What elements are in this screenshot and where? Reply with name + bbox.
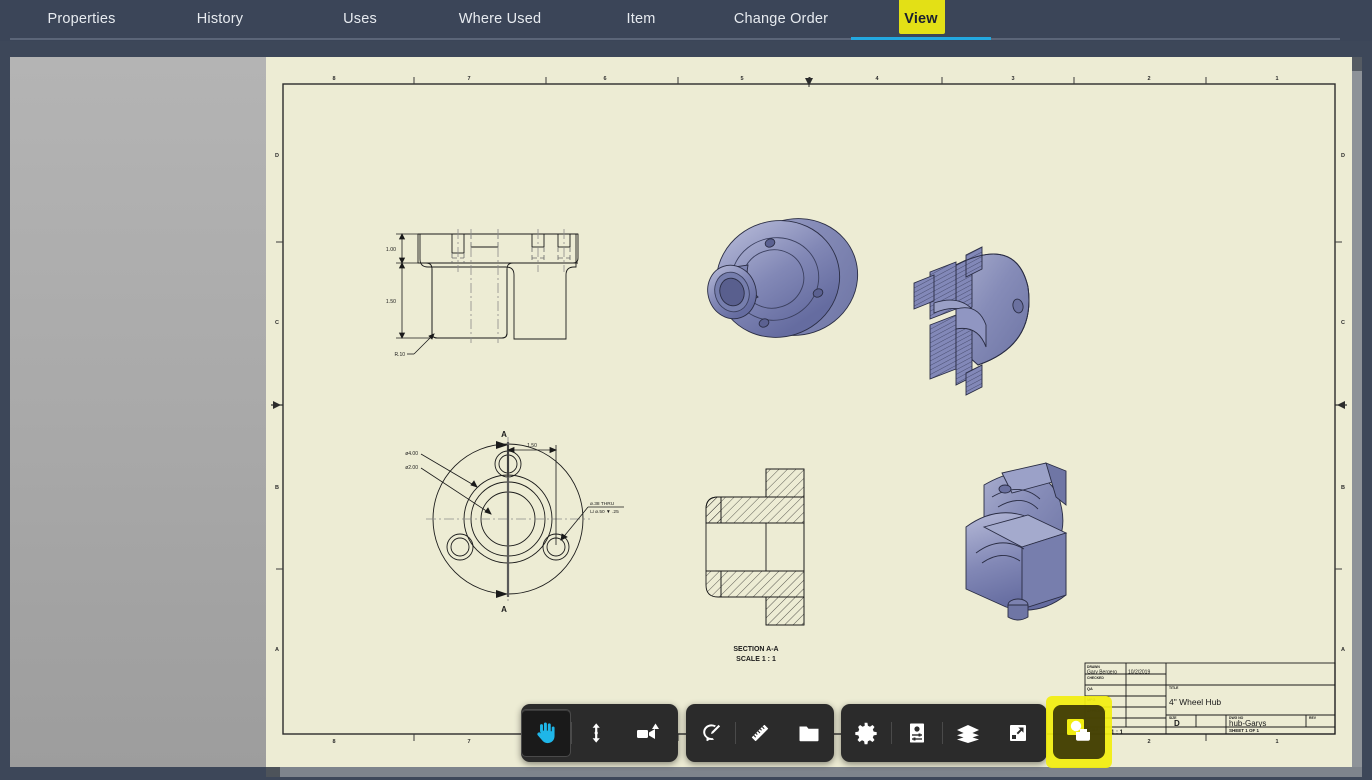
svg-text:2: 2 [1147, 76, 1150, 82]
measure-button[interactable] [736, 709, 785, 757]
tab-label: Change Order [734, 11, 828, 27]
markup-toolbar-group [686, 704, 834, 762]
markup-button[interactable] [686, 709, 735, 757]
tb-rev-label: REV [1309, 716, 1317, 720]
viewport-horizontal-scrollbar[interactable] [266, 767, 1362, 777]
tab-label: View [904, 11, 938, 27]
thumbnail-panel[interactable] [10, 57, 266, 767]
svg-text:C: C [275, 320, 279, 326]
svg-text:D: D [1341, 153, 1345, 159]
tab-label: Uses [343, 11, 377, 27]
section-letter-top: A [501, 430, 507, 439]
dim-inner-diameter: ø2.00 [405, 465, 418, 471]
tb-sheet-value: SHEET 1 OF 1 [1229, 728, 1260, 733]
tb-drawn-label: DRAWN [1087, 665, 1100, 669]
svg-text:8: 8 [332, 739, 335, 745]
svg-text:8: 8 [332, 76, 335, 82]
drawing-sheet: 8 7 6 5 4 3 2 1 8 7 6 5 4 3 2 1 [266, 57, 1352, 767]
layers-button[interactable] [943, 709, 993, 757]
svg-text:5: 5 [740, 76, 743, 82]
print-button-wrapper [1046, 696, 1112, 768]
tb-size-value: D [1174, 719, 1180, 728]
files-button[interactable] [785, 709, 834, 757]
tab-view[interactable]: View [861, 0, 981, 38]
tab-label: Item [627, 11, 656, 27]
section-view-label: SECTION A-A [733, 646, 778, 653]
drawing-viewport[interactable]: 8 7 6 5 4 3 2 1 8 7 6 5 4 3 2 1 [266, 57, 1362, 767]
tab-change-order[interactable]: Change Order [721, 0, 841, 38]
display-settings-icon [906, 721, 928, 745]
svg-text:C: C [1341, 320, 1345, 326]
section-letter-bottom: A [501, 605, 507, 614]
tab-underline [10, 38, 1340, 40]
settings-toolbar-group [841, 704, 1047, 762]
svg-text:3: 3 [1011, 76, 1014, 82]
tab-where-used[interactable]: Where Used [440, 0, 560, 38]
svg-text:D: D [275, 153, 279, 159]
tab-item[interactable]: Item [581, 0, 701, 38]
display-settings-button[interactable] [892, 709, 942, 757]
tab-history[interactable]: History [160, 0, 280, 38]
dim-height-top: 1.00 [386, 247, 396, 253]
tb-title-label: TITLE [1169, 686, 1179, 690]
dim-fillet-radius: R.10 [394, 352, 405, 358]
hole-callout-line1: ø.38 THRU [590, 501, 615, 507]
viewport-vertical-scrollbar-thumb[interactable] [1352, 57, 1362, 71]
tb-drawn-date: 10/2/2019 [1128, 670, 1150, 676]
tb-qa-label: QA [1087, 687, 1093, 691]
fullscreen-icon [1006, 721, 1030, 745]
navigation-toolbar-group [521, 704, 678, 762]
svg-text:1: 1 [1275, 739, 1278, 745]
fullscreen-button[interactable] [993, 709, 1043, 757]
pan-hand-icon [533, 720, 559, 746]
dim-outer-diameter: ø4.00 [405, 451, 418, 457]
pan-tool-button[interactable] [521, 709, 571, 757]
markup-pencil-icon [699, 721, 723, 745]
svg-text:1: 1 [1275, 76, 1278, 82]
tab-list: Properties History Uses Where Used Item … [0, 0, 1372, 38]
content-area: 8 7 6 5 4 3 2 1 8 7 6 5 4 3 2 1 [0, 41, 1372, 780]
layers-icon [955, 722, 981, 744]
svg-text:B: B [1341, 485, 1345, 491]
dim-height-bottom: 1.50 [386, 299, 396, 305]
tab-label: History [197, 11, 244, 27]
settings-button[interactable] [841, 709, 891, 757]
svg-text:2: 2 [1147, 739, 1150, 745]
tab-label: Properties [47, 11, 115, 27]
zoom-tool-button[interactable] [572, 709, 622, 757]
print-screenshot-button[interactable] [1053, 705, 1105, 759]
camera-view-icon [634, 721, 660, 745]
ruler-measure-icon [748, 721, 772, 745]
svg-text:A: A [1341, 647, 1345, 653]
print-screenshot-icon [1064, 716, 1094, 749]
tab-label: Where Used [459, 11, 542, 27]
top-tab-bar: Properties History Uses Where Used Item … [0, 0, 1372, 41]
svg-text:7: 7 [467, 739, 470, 745]
svg-text:6: 6 [603, 76, 606, 82]
tb-scale-value: 1 : 1 [1111, 730, 1124, 736]
folder-icon [797, 722, 821, 744]
tab-active-indicator [851, 37, 991, 40]
tb-checked-label: CHECKED [1087, 676, 1104, 680]
tb-title-value: 4" Wheel Hub [1169, 697, 1221, 707]
viewport-horizontal-scrollbar-thumb[interactable] [266, 767, 280, 777]
hole-callout-line2: ⊔ ø.50 ▼ .25 [590, 509, 619, 515]
tab-uses[interactable]: Uses [300, 0, 420, 38]
dim-bolt-circle-value: 1.50 [527, 443, 537, 449]
camera-views-button[interactable] [622, 709, 672, 757]
tb-dwgno-value: hub-Garys [1229, 719, 1266, 728]
viewport-vertical-scrollbar[interactable] [1352, 57, 1362, 767]
svg-text:A: A [275, 647, 279, 653]
svg-text:7: 7 [467, 76, 470, 82]
tab-properties[interactable]: Properties [20, 0, 143, 38]
tb-drawn-name: Gary Bergero [1087, 670, 1117, 676]
svg-text:B: B [275, 485, 279, 491]
gear-icon [854, 721, 878, 745]
zoom-arrows-icon [585, 721, 609, 745]
section-view-scale: SCALE 1 : 1 [736, 656, 776, 663]
